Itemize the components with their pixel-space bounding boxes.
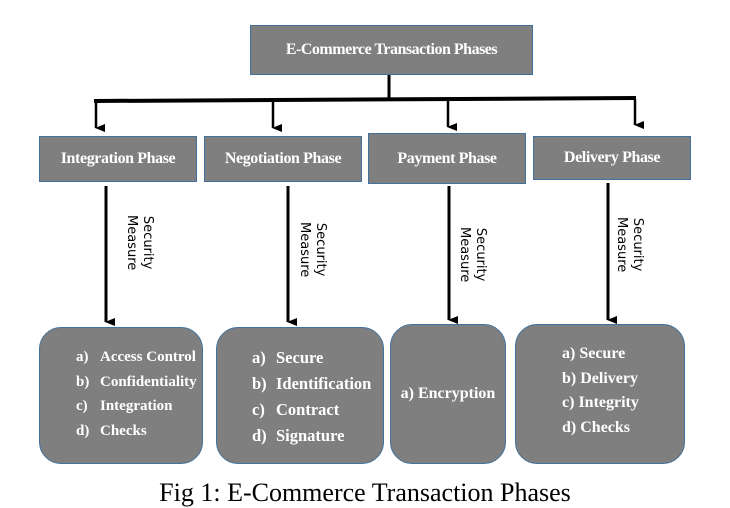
item-text: Signature bbox=[276, 426, 345, 445]
item-marker: c) bbox=[76, 398, 88, 414]
edge-label-integration: Security Measure bbox=[123, 215, 155, 270]
phase-node-payment: Payment Phase bbox=[368, 133, 526, 184]
item-marker: a) bbox=[400, 385, 414, 402]
item-marker: a) bbox=[252, 348, 266, 367]
root-label: E-Commerce Transaction Phases bbox=[285, 41, 498, 58]
phase-label: Integration Phase bbox=[60, 150, 176, 167]
measure-item: b) Confidentiality bbox=[76, 370, 197, 395]
item-text: Checks bbox=[580, 418, 631, 436]
item-marker: c) bbox=[252, 400, 265, 419]
measure-item: d) Checks bbox=[562, 416, 639, 441]
phase-label: Negotiation Phase bbox=[224, 150, 342, 167]
measure-item: c) Integration bbox=[76, 394, 197, 419]
item-marker: d) bbox=[562, 418, 577, 436]
measures-delivery: a) Secure b) Delivery c) Integrity d) Ch… bbox=[515, 324, 685, 464]
measure-item: a) Secure bbox=[562, 342, 639, 367]
phase-label: Payment Phase bbox=[397, 149, 497, 167]
edge-label-line: Security bbox=[630, 217, 645, 272]
item-text: Contract bbox=[276, 400, 340, 419]
item-marker: a) bbox=[76, 349, 89, 365]
measure-item: a) Access Control bbox=[76, 345, 197, 370]
measure-item: a) Encryption bbox=[401, 385, 496, 403]
item-text: Identification bbox=[276, 374, 372, 393]
item-text: Secure bbox=[276, 348, 324, 367]
edge-label-line: Measure bbox=[614, 217, 629, 273]
item-marker: b) bbox=[252, 374, 267, 393]
phase-label: Delivery Phase bbox=[563, 149, 661, 166]
item-marker: a) bbox=[562, 345, 576, 362]
measure-item: c) Integrity bbox=[562, 391, 639, 416]
item-text: Secure bbox=[579, 345, 626, 362]
measure-item: a) Secure bbox=[252, 345, 371, 371]
measure-item: b) Identification bbox=[252, 371, 371, 397]
phase-node-negotiation: Negotiation Phase bbox=[204, 136, 362, 182]
edge-label-line: Security bbox=[473, 227, 488, 282]
edge-label-line: Measure bbox=[297, 222, 312, 278]
measures-integration: a) Access Control b) Confidentiality c) Int… bbox=[39, 327, 203, 464]
branch-bar bbox=[93, 96, 637, 103]
item-text: Integration bbox=[100, 398, 173, 414]
item-marker: c) bbox=[562, 394, 575, 411]
item-text: Encryption bbox=[417, 385, 496, 402]
item-text: Access Control bbox=[100, 349, 196, 365]
measure-item: b) Delivery bbox=[562, 367, 639, 392]
item-marker: d) bbox=[76, 422, 90, 439]
measure-item: c) Contract bbox=[252, 397, 371, 423]
item-text: Confidentiality bbox=[100, 373, 197, 390]
figure-caption: Fig 1: E-Commerce Transaction Phases bbox=[159, 478, 571, 507]
item-text: Delivery bbox=[580, 369, 638, 387]
measures-payment: a) Encryption bbox=[390, 324, 506, 464]
measure-item: d) Signature bbox=[252, 423, 371, 449]
phase-node-delivery: Delivery Phase bbox=[533, 136, 691, 180]
edge-label-payment: Security Measure bbox=[456, 227, 488, 282]
item-text: Checks bbox=[100, 422, 147, 439]
edge-label-line: Security bbox=[140, 215, 155, 270]
measure-item: d) Checks bbox=[76, 419, 197, 444]
item-marker: b) bbox=[76, 373, 90, 390]
item-marker: b) bbox=[562, 369, 577, 387]
edge-label-line: Measure bbox=[124, 215, 139, 271]
phase-node-integration: Integration Phase bbox=[39, 136, 197, 182]
item-marker: d) bbox=[252, 426, 267, 445]
edge-label-line: Measure bbox=[457, 227, 472, 283]
edge-label-delivery: Security Measure bbox=[613, 217, 645, 272]
root-node: E-Commerce Transaction Phases bbox=[250, 25, 533, 75]
item-text: Integrity bbox=[578, 394, 639, 411]
edge-label-negotiation: Security Measure bbox=[296, 222, 328, 277]
measures-negotiation: a) Secure b) Identification c) Contract d) S… bbox=[216, 327, 384, 464]
edge-label-line: Security bbox=[313, 222, 328, 277]
